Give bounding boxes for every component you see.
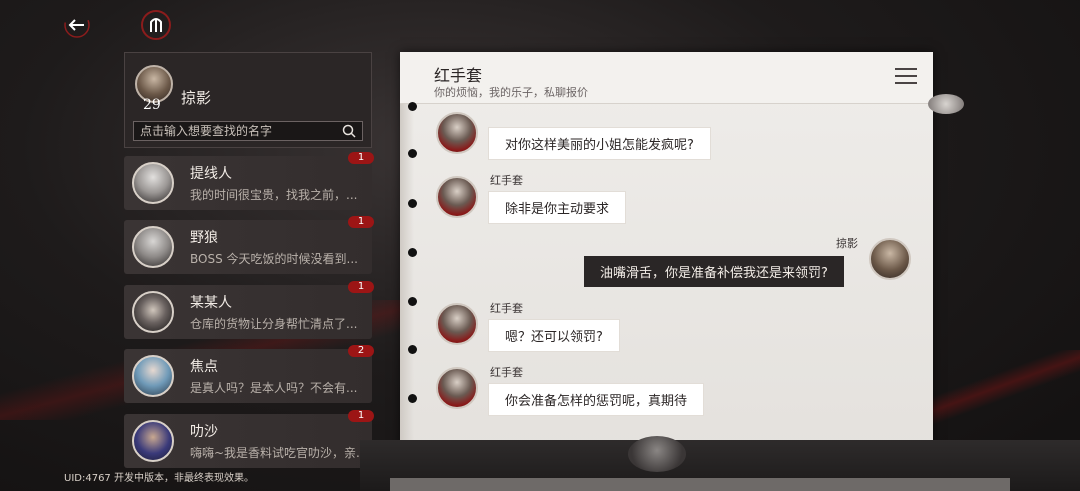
profile-level: 29 — [143, 97, 161, 113]
contact-avatar — [132, 162, 174, 204]
message-avatar — [869, 238, 911, 280]
menu-button[interactable] — [895, 68, 917, 88]
unread-badge: 1 — [348, 410, 374, 422]
contact-item[interactable]: 野狼 BOSS 今天吃饭的时候没看到... 1 — [124, 216, 374, 274]
punch-hole — [408, 297, 417, 306]
message-bubble: 对你这样美丽的小姐怎能发疯呢? — [488, 127, 711, 160]
message-sender: 红手套 — [490, 174, 523, 187]
unread-badge: 1 — [348, 281, 374, 293]
search-icon[interactable] — [342, 124, 356, 138]
emblem-button[interactable] — [141, 10, 171, 40]
typewriter-knob — [628, 436, 686, 472]
contact-item[interactable]: 提线人 我的时间很宝贵，找我之前，... 1 — [124, 152, 374, 210]
punch-hole — [408, 149, 417, 158]
contact-avatar — [132, 420, 174, 462]
contact-name: 焦点 — [190, 359, 218, 375]
punch-hole — [408, 248, 417, 257]
message-bubble: 嗯？还可以领罚? — [488, 319, 620, 352]
chat-panel: 红手套 你的烦恼，我的乐子，私聊报价 对你这样美丽的小姐怎能发疯呢? 红手套 除… — [400, 52, 933, 461]
contact-name: 叻沙 — [190, 424, 218, 440]
search-box — [133, 121, 363, 141]
punch-hole — [408, 199, 417, 208]
message-avatar — [436, 367, 478, 409]
punch-hole — [408, 102, 417, 111]
paper-clip-decoration — [928, 94, 964, 114]
contact-preview: 我的时间很宝贵，找我之前，... — [190, 188, 358, 202]
contact-preview: BOSS 今天吃饭的时候没看到... — [190, 252, 358, 266]
message-bubble: 你会准备怎样的惩罚呢，真期待 — [488, 383, 705, 416]
message-avatar — [436, 112, 478, 154]
back-arrow-icon — [64, 12, 90, 38]
profile-card: 29 掠影 — [124, 52, 372, 148]
message-avatar — [436, 303, 478, 345]
menu-icon — [895, 68, 917, 84]
back-button[interactable] — [62, 10, 92, 40]
contact-name: 野狼 — [190, 230, 218, 246]
typewriter-decoration — [360, 436, 1080, 491]
message-sender: 红手套 — [490, 302, 523, 315]
chat-subtitle: 你的烦恼，我的乐子，私聊报价 — [434, 86, 588, 99]
uid-footer: UID:4767 开发中版本，非最终表现效果。 — [64, 473, 254, 484]
emblem-icon — [150, 18, 162, 32]
punch-hole — [408, 394, 417, 403]
contact-avatar — [132, 291, 174, 333]
message-avatar — [436, 176, 478, 218]
contact-preview: 嗨嗨~我是香料试吃官叻沙，亲... — [190, 446, 368, 460]
message-sender: 掠影 — [836, 237, 858, 250]
contact-name: 某某人 — [190, 295, 232, 311]
contact-avatar — [132, 355, 174, 397]
contact-item[interactable]: 某某人 仓库的货物让分身帮忙清点了... 1 — [124, 281, 374, 339]
chat-title: 红手套 — [434, 66, 483, 85]
profile-name: 掠影 — [181, 89, 212, 107]
chat-header: 红手套 你的烦恼，我的乐子，私聊报价 — [400, 52, 933, 104]
unread-badge: 1 — [348, 152, 374, 164]
unread-badge: 1 — [348, 216, 374, 228]
typewriter-bar — [390, 478, 1010, 491]
contact-preview: 仓库的货物让分身帮忙清点了... — [190, 317, 358, 331]
contact-item[interactable]: 焦点 是真人吗？是本人吗？不会有... 2 — [124, 345, 374, 403]
contact-item[interactable]: 叻沙 嗨嗨~我是香料试吃官叻沙，亲... 1 — [124, 410, 374, 468]
message-sender: 红手套 — [490, 366, 523, 379]
contact-name: 提线人 — [190, 166, 232, 182]
contact-avatar — [132, 226, 174, 268]
search-input[interactable] — [140, 124, 342, 138]
message-bubble: 油嘴滑舌，你是准备补偿我还是来领罚? — [584, 256, 844, 287]
message-bubble: 除非是你主动要求 — [488, 191, 627, 224]
contact-preview: 是真人吗？是本人吗？不会有... — [190, 381, 358, 395]
punch-hole — [408, 345, 417, 354]
unread-badge: 2 — [348, 345, 374, 357]
